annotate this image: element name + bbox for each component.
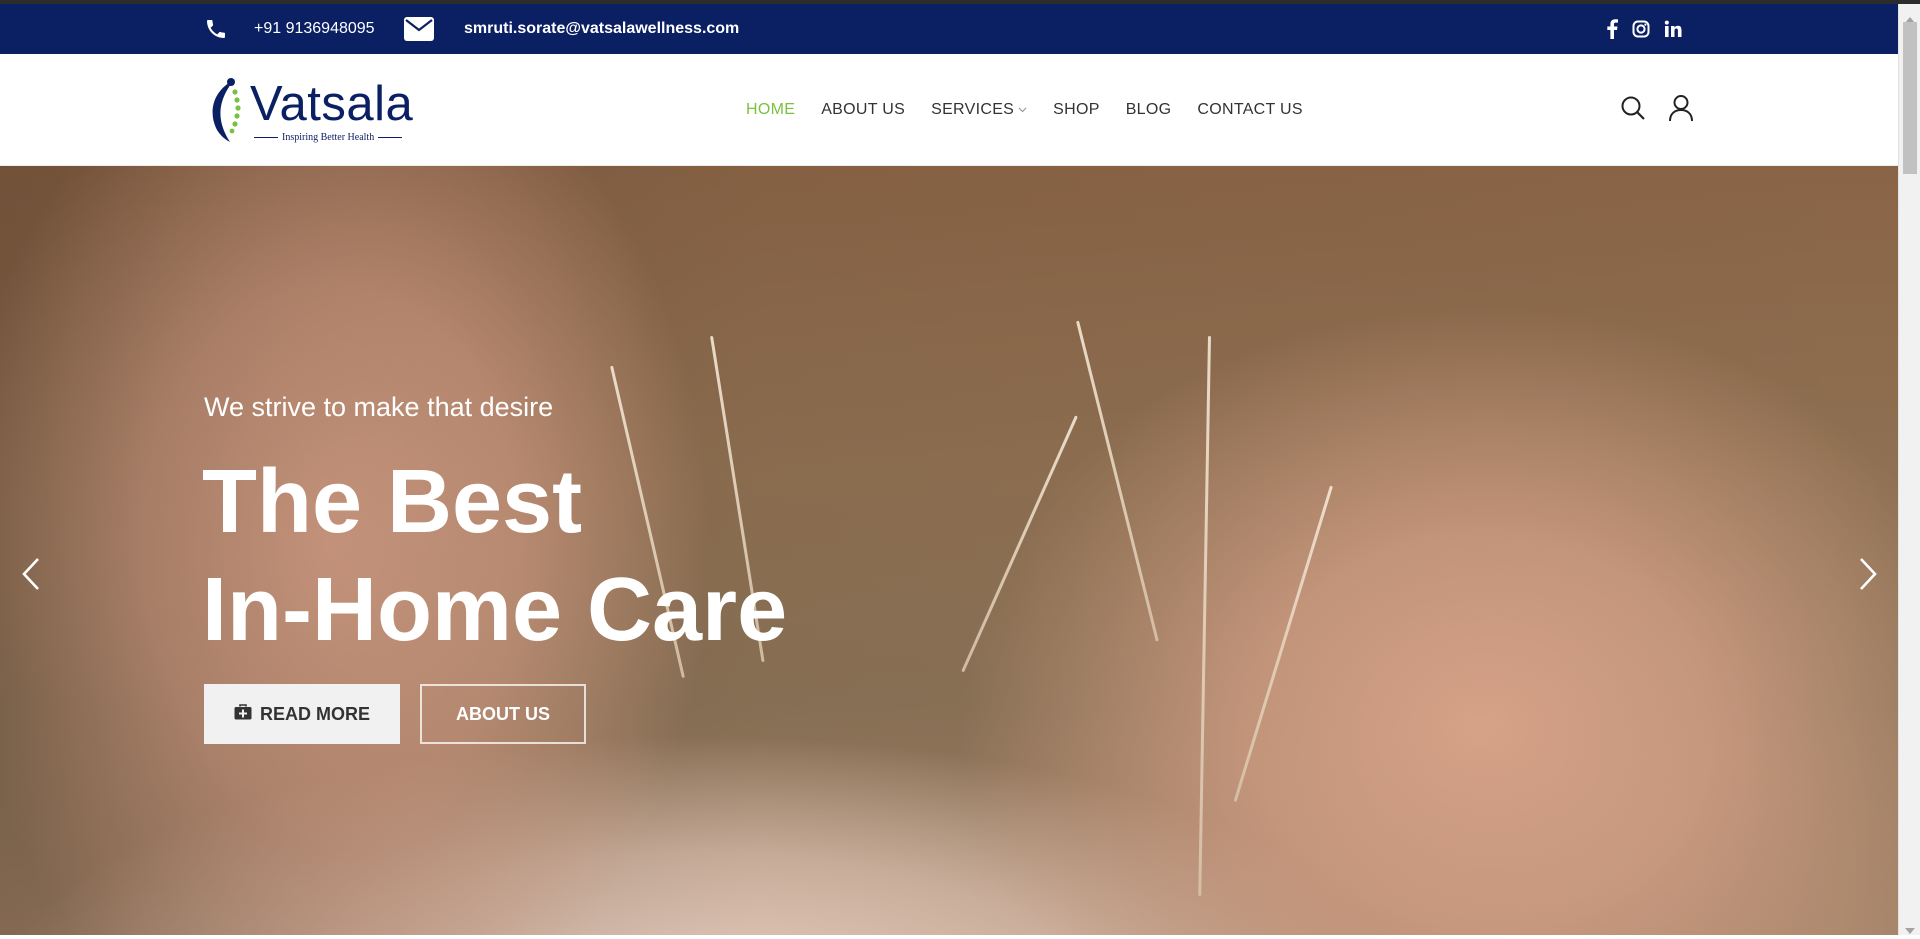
medical-kit-icon xyxy=(234,703,252,725)
email-address[interactable]: smruti.sorate@vatsalawellness.com xyxy=(464,4,739,54)
hero-title: The Best In-Home Care xyxy=(202,448,787,664)
logo-wordmark: Vatsala xyxy=(250,77,414,131)
logo-mark xyxy=(212,78,241,142)
slider-prev-button[interactable] xyxy=(16,557,46,596)
nav-contact-us[interactable]: CONTACT US xyxy=(1197,101,1303,119)
phone-icon[interactable] xyxy=(204,4,230,54)
nav-shop[interactable]: SHOP xyxy=(1053,101,1100,119)
scrollbar-thumb[interactable] xyxy=(1903,22,1917,174)
linkedin-icon[interactable] xyxy=(1664,20,1682,38)
main-nav: HOME ABOUT US SERVICES SHOP BLOG CONTACT… xyxy=(746,54,1329,166)
about-us-button[interactable]: ABOUT US xyxy=(420,684,586,744)
facebook-icon[interactable] xyxy=(1606,19,1618,39)
chevron-right-icon xyxy=(1858,557,1878,596)
browser-top-border xyxy=(0,0,1920,4)
user-icon[interactable] xyxy=(1668,94,1694,127)
page-scrollbar[interactable] xyxy=(1898,4,1920,935)
logo-tagline-text: Inspiring Better Health xyxy=(282,132,375,143)
chevron-left-icon xyxy=(21,557,41,596)
browser-viewport: +91 9136948095 smruti.sorate@vatsalawell… xyxy=(0,0,1898,935)
header-actions xyxy=(1620,54,1694,166)
site-logo[interactable]: Vatsala Inspiring Better Health xyxy=(204,72,420,144)
nav-home[interactable]: HOME xyxy=(746,101,795,119)
slider-next-button[interactable] xyxy=(1853,557,1883,596)
logo-tagline: Inspiring Better Health xyxy=(254,132,403,143)
phone-number[interactable]: +91 9136948095 xyxy=(254,4,375,54)
nav-about-us[interactable]: ABOUT US xyxy=(821,101,905,119)
scroll-down-arrow-icon[interactable] xyxy=(1905,921,1915,939)
instagram-icon[interactable] xyxy=(1632,20,1650,38)
social-links xyxy=(1606,4,1682,54)
read-more-button[interactable]: READ MORE xyxy=(204,684,400,744)
hero-title-line-1: The Best xyxy=(202,452,583,552)
chevron-down-icon xyxy=(1018,107,1027,113)
search-icon[interactable] xyxy=(1620,95,1646,126)
nav-services[interactable]: SERVICES xyxy=(931,101,1027,119)
read-more-label: READ MORE xyxy=(259,703,370,724)
nav-services-label: SERVICES xyxy=(931,101,1015,118)
mail-icon[interactable] xyxy=(403,4,437,54)
hero-title-line-2: In-Home Care xyxy=(202,560,788,660)
hero-subtitle: We strive to make that desire xyxy=(204,392,554,422)
top-info-bar: +91 9136948095 smruti.sorate@vatsalawell… xyxy=(0,4,1898,54)
hero-slider: We strive to make that desire The Best I… xyxy=(0,166,1898,935)
nav-blog[interactable]: BLOG xyxy=(1126,101,1172,119)
site-header: Vatsala Inspiring Better Health HOME ABO… xyxy=(0,54,1898,166)
